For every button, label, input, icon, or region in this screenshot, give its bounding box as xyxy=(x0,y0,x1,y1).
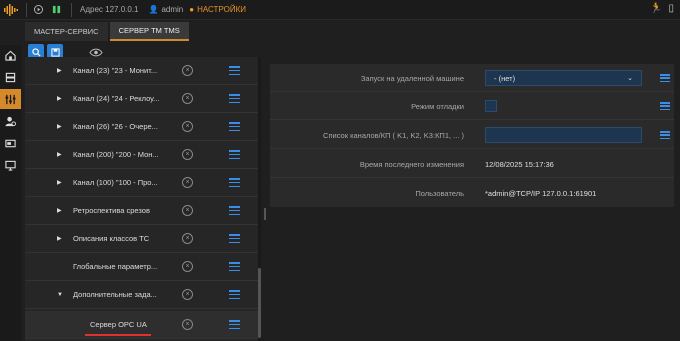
remove-icon[interactable]: × xyxy=(182,93,193,104)
tree-row[interactable]: ▼ Дополнительные зада... × xyxy=(25,281,258,309)
tab-master-service[interactable]: МАСТЕР-СЕРВИС xyxy=(25,22,108,41)
hamburger-menu-icon[interactable] xyxy=(229,320,240,329)
select-value: - (нет) xyxy=(494,73,516,83)
hamburger-menu-icon[interactable] xyxy=(229,178,240,187)
tools-icon[interactable] xyxy=(0,89,21,109)
expand-arrow-icon[interactable]: ▶ xyxy=(57,207,62,214)
tree-row-label: Канал (200) "200 - Мон... xyxy=(73,150,159,159)
property-label: Запуск на удаленной машине xyxy=(360,74,464,83)
property-label: Список каналов/КП ( K1, K2, K3:КП1, ... … xyxy=(323,131,464,140)
hamburger-menu-icon[interactable] xyxy=(229,234,240,243)
settings-dot-icon: ● xyxy=(189,5,195,14)
panel-splitter[interactable] xyxy=(264,208,266,220)
property-row: Запуск на удаленной машине - (нет) ⌄ xyxy=(270,64,674,92)
expand-arrow-icon[interactable]: ▶ xyxy=(57,151,62,158)
tree-row-label: Сервер OPC UA xyxy=(90,320,147,329)
tree-row-label: Описания классов ТС xyxy=(73,234,150,243)
remove-icon[interactable]: × xyxy=(182,319,193,330)
home-icon[interactable] xyxy=(0,45,21,65)
user-settings-icon[interactable] xyxy=(0,111,21,131)
remove-icon[interactable]: × xyxy=(182,233,193,244)
property-row: Режим отладки xyxy=(270,92,674,120)
last-modified-value: 12/08/2025 15:17:36 xyxy=(485,160,554,169)
monitor-icon[interactable] xyxy=(0,155,21,175)
property-label: Режим отладки xyxy=(411,102,464,111)
tree-row[interactable]: ▶ Канал (200) "200 - Мон... × xyxy=(25,141,258,169)
tree-row-label: Ретроспектива срезов xyxy=(73,206,150,215)
hamburger-menu-icon[interactable] xyxy=(229,66,240,75)
tree-row[interactable]: ▶ Канал (24) "24 - Реклоу... × xyxy=(25,85,258,113)
tree-row[interactable]: ▶ Канал (23) "23 - Монит... × xyxy=(25,57,258,85)
expand-arrow-icon[interactable]: ▶ xyxy=(57,123,62,130)
card-icon[interactable] xyxy=(0,133,21,153)
expand-arrow-icon[interactable]: ▶ xyxy=(57,235,62,242)
channel-list-input[interactable] xyxy=(485,127,642,143)
selection-underline xyxy=(85,334,151,336)
window-icon[interactable]: ▯ xyxy=(668,3,674,14)
properties-panel: Запуск на удаленной машине - (нет) ⌄ Реж… xyxy=(270,64,674,207)
tree-row[interactable]: ▶ Канал (100) "100 - Про... × xyxy=(25,169,258,197)
tree-row[interactable]: ▶ Описания классов ТС × xyxy=(25,225,258,253)
hamburger-menu-icon[interactable] xyxy=(660,74,670,82)
hamburger-menu-icon[interactable] xyxy=(229,150,240,159)
property-label: Время последнего изменения xyxy=(359,160,464,169)
tree-row[interactable]: ▶ Ретроспектива срезов × xyxy=(25,197,258,225)
tree-row-label: Глобальные параметр... xyxy=(73,262,158,271)
remove-icon[interactable]: × xyxy=(182,205,193,216)
pause-icon[interactable] xyxy=(49,3,63,17)
hamburger-menu-icon[interactable] xyxy=(229,206,240,215)
main-tabs: МАСТЕР-СЕРВИС СЕРВЕР TM TMS xyxy=(25,22,191,41)
debug-mode-checkbox[interactable] xyxy=(485,100,497,112)
top-bar: Адрес 127.0.0.1 👤 admin ● НАСТРОЙКИ 🏃 ▯ xyxy=(0,0,680,20)
hamburger-menu-icon[interactable] xyxy=(229,94,240,103)
tree-row[interactable]: ▶ Канал (26) "26 - Очере... × xyxy=(25,113,258,141)
remove-icon[interactable]: × xyxy=(182,261,193,272)
user-name: admin xyxy=(161,5,184,14)
remove-icon[interactable]: × xyxy=(182,177,193,188)
tree-row-label: Канал (26) "26 - Очере... xyxy=(73,122,158,131)
hamburger-menu-icon[interactable] xyxy=(660,131,670,139)
server-icon[interactable] xyxy=(0,67,21,87)
tree-row[interactable]: Глобальные параметр... × xyxy=(25,253,258,281)
tree-row-label: Канал (23) "23 - Монит... xyxy=(73,66,158,75)
divider xyxy=(71,2,72,17)
hamburger-menu-icon[interactable] xyxy=(229,262,240,271)
run-person-icon[interactable]: 🏃 xyxy=(650,3,662,14)
tree-row-label: Канал (24) "24 - Реклоу... xyxy=(73,94,160,103)
tree-row-selected[interactable]: Сервер OPC UA × xyxy=(25,311,258,339)
hamburger-menu-icon[interactable] xyxy=(229,290,240,299)
expand-arrow-icon[interactable]: ▶ xyxy=(57,95,62,102)
settings-link[interactable]: НАСТРОЙКИ xyxy=(197,5,246,14)
expand-arrow-icon[interactable]: ▶ xyxy=(57,179,62,186)
server-tree: ▶ Канал (23) "23 - Монит... × ▶ Канал (2… xyxy=(25,57,258,341)
remote-machine-select[interactable]: - (нет) ⌄ xyxy=(485,70,642,86)
property-row: Время последнего изменения 12/08/2025 15… xyxy=(270,150,674,178)
tree-row-label: Канал (100) "100 - Про... xyxy=(73,178,158,187)
tree-scrollbar-thumb[interactable] xyxy=(258,268,261,338)
remove-icon[interactable]: × xyxy=(182,121,193,132)
collapse-arrow-icon[interactable]: ▼ xyxy=(57,292,63,298)
app-logo-icon xyxy=(0,0,22,20)
remove-icon[interactable]: × xyxy=(182,149,193,160)
property-row: Пользователь *admin@TCP/IP 127.0.0.1:619… xyxy=(270,179,674,207)
expand-arrow-icon[interactable]: ▶ xyxy=(57,67,62,74)
left-sidebar xyxy=(0,45,21,341)
play-icon[interactable] xyxy=(31,3,45,17)
remove-icon[interactable]: × xyxy=(182,65,193,76)
user-icon: 👤 xyxy=(148,5,159,14)
property-label: Пользователь xyxy=(415,189,464,198)
divider xyxy=(26,2,27,17)
hamburger-menu-icon[interactable] xyxy=(660,102,670,110)
tree-row-label: Дополнительные зада... xyxy=(73,290,157,299)
remove-icon[interactable]: × xyxy=(182,289,193,300)
property-row: Список каналов/КП ( K1, K2, K3:КП1, ... … xyxy=(270,121,674,149)
tab-server-tm-tms[interactable]: СЕРВЕР TM TMS xyxy=(109,22,189,41)
user-value: *admin@TCP/IP 127.0.0.1:61901 xyxy=(485,189,597,198)
server-address: Адрес 127.0.0.1 xyxy=(80,5,139,14)
chevron-down-icon: ⌄ xyxy=(627,75,633,82)
hamburger-menu-icon[interactable] xyxy=(229,122,240,131)
